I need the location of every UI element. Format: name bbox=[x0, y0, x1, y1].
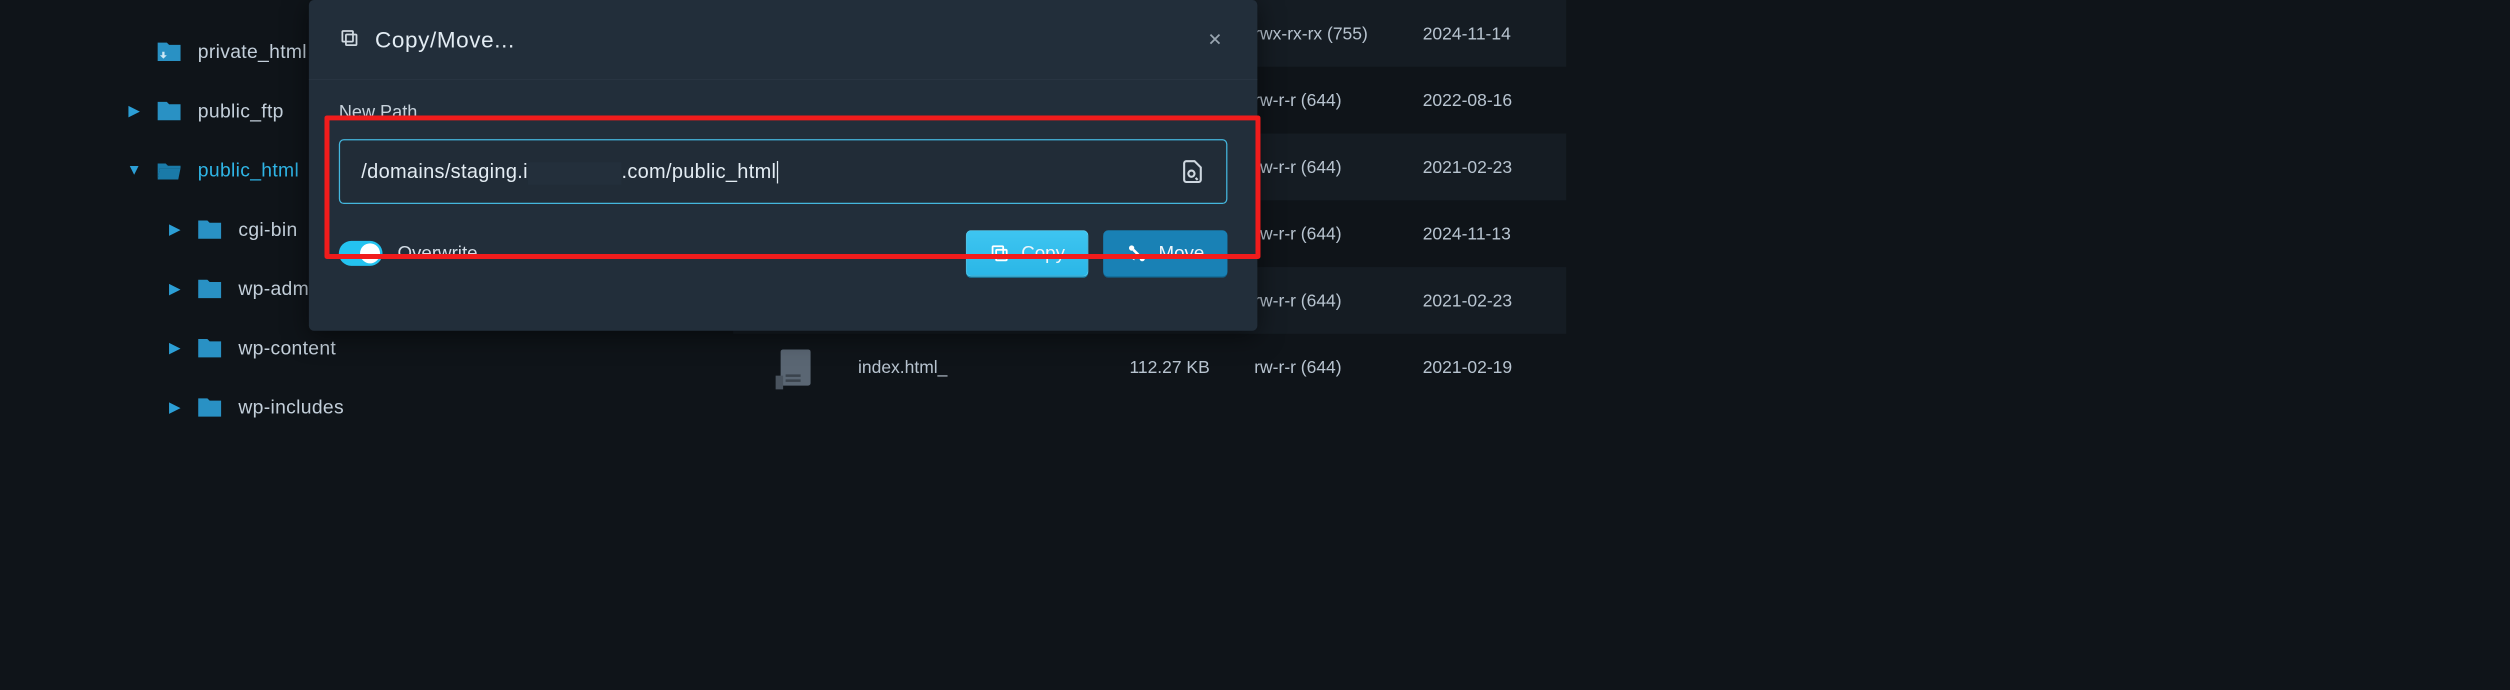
move-button[interactable]: Move bbox=[1103, 230, 1227, 276]
perm-cell: rw-r-r (644) bbox=[1254, 90, 1422, 110]
folder-icon bbox=[196, 216, 223, 243]
new-path-label: New Path bbox=[339, 102, 1228, 123]
folder-open-icon bbox=[155, 156, 182, 183]
tree-item-wp-includes[interactable]: ▶ wp-includes bbox=[0, 378, 733, 437]
date-cell: 2022-08-16 bbox=[1423, 90, 1542, 110]
overwrite-toggle[interactable] bbox=[339, 241, 383, 266]
table-row[interactable]: index.html_ 112.27 KB rw-r-r (644) 2021-… bbox=[733, 334, 1566, 401]
tree-item-label: private_html bbox=[198, 40, 307, 62]
file-size-cell: 112.27 KB bbox=[1129, 357, 1254, 377]
copy-icon bbox=[339, 27, 360, 51]
modal-title: Copy/Move... bbox=[375, 27, 1187, 53]
caret-down-icon[interactable]: ▼ bbox=[128, 164, 140, 176]
path-input-prefix: /domains/staging.i bbox=[361, 160, 528, 182]
perm-cell: rwx-rx-rx (755) bbox=[1254, 23, 1422, 43]
caret-right-icon[interactable]: ▶ bbox=[168, 342, 180, 354]
overwrite-label: Overwrite bbox=[397, 243, 950, 264]
date-cell: 2021-02-23 bbox=[1423, 290, 1542, 310]
move-button-label: Move bbox=[1159, 243, 1205, 264]
tree-item-label: public_ftp bbox=[198, 100, 284, 122]
date-cell: 2021-02-19 bbox=[1423, 357, 1542, 377]
browse-path-button[interactable] bbox=[1180, 159, 1205, 184]
path-input-wrap: /domains/staging.i .com/public_html bbox=[339, 139, 1228, 204]
tree-item-label: wp-includes bbox=[238, 396, 344, 418]
file-icon bbox=[733, 349, 858, 385]
tree-item-label: wp-content bbox=[238, 337, 336, 359]
tree-item-label: cgi-bin bbox=[238, 218, 297, 240]
date-cell: 2024-11-13 bbox=[1423, 224, 1542, 244]
path-input[interactable]: /domains/staging.i .com/public_html bbox=[361, 160, 1167, 184]
close-button[interactable]: ✕ bbox=[1202, 27, 1227, 52]
folder-shortcut-icon bbox=[155, 38, 182, 65]
copy-button-label: Copy bbox=[1021, 243, 1065, 264]
caret-right-icon[interactable]: ▶ bbox=[128, 105, 140, 117]
caret-right-icon[interactable]: ▶ bbox=[168, 401, 180, 413]
modal-header: Copy/Move... ✕ bbox=[309, 0, 1257, 80]
tree-item-label: public_html bbox=[198, 159, 299, 181]
folder-icon bbox=[196, 334, 223, 361]
copy-button[interactable]: Copy bbox=[966, 230, 1088, 276]
perm-cell: rw-r-r (644) bbox=[1254, 224, 1422, 244]
perm-cell: rw-r-r (644) bbox=[1254, 157, 1422, 177]
folder-icon bbox=[196, 393, 223, 420]
perm-cell: rw-r-r (644) bbox=[1254, 290, 1422, 310]
path-input-suffix: .com/public_html bbox=[621, 160, 776, 182]
file-name-cell: index.html_ bbox=[858, 357, 1129, 377]
caret-right-icon[interactable]: ▶ bbox=[168, 282, 180, 294]
folder-icon bbox=[155, 97, 182, 124]
perm-cell: rw-r-r (644) bbox=[1254, 357, 1422, 377]
redacted-segment bbox=[528, 162, 622, 184]
text-cursor bbox=[777, 161, 778, 183]
folder-icon bbox=[196, 275, 223, 302]
copy-move-modal: Copy/Move... ✕ New Path /domains/staging… bbox=[309, 0, 1257, 331]
date-cell: 2021-02-23 bbox=[1423, 157, 1542, 177]
date-cell: 2024-11-14 bbox=[1423, 23, 1542, 43]
caret-right-icon[interactable]: ▶ bbox=[168, 223, 180, 235]
